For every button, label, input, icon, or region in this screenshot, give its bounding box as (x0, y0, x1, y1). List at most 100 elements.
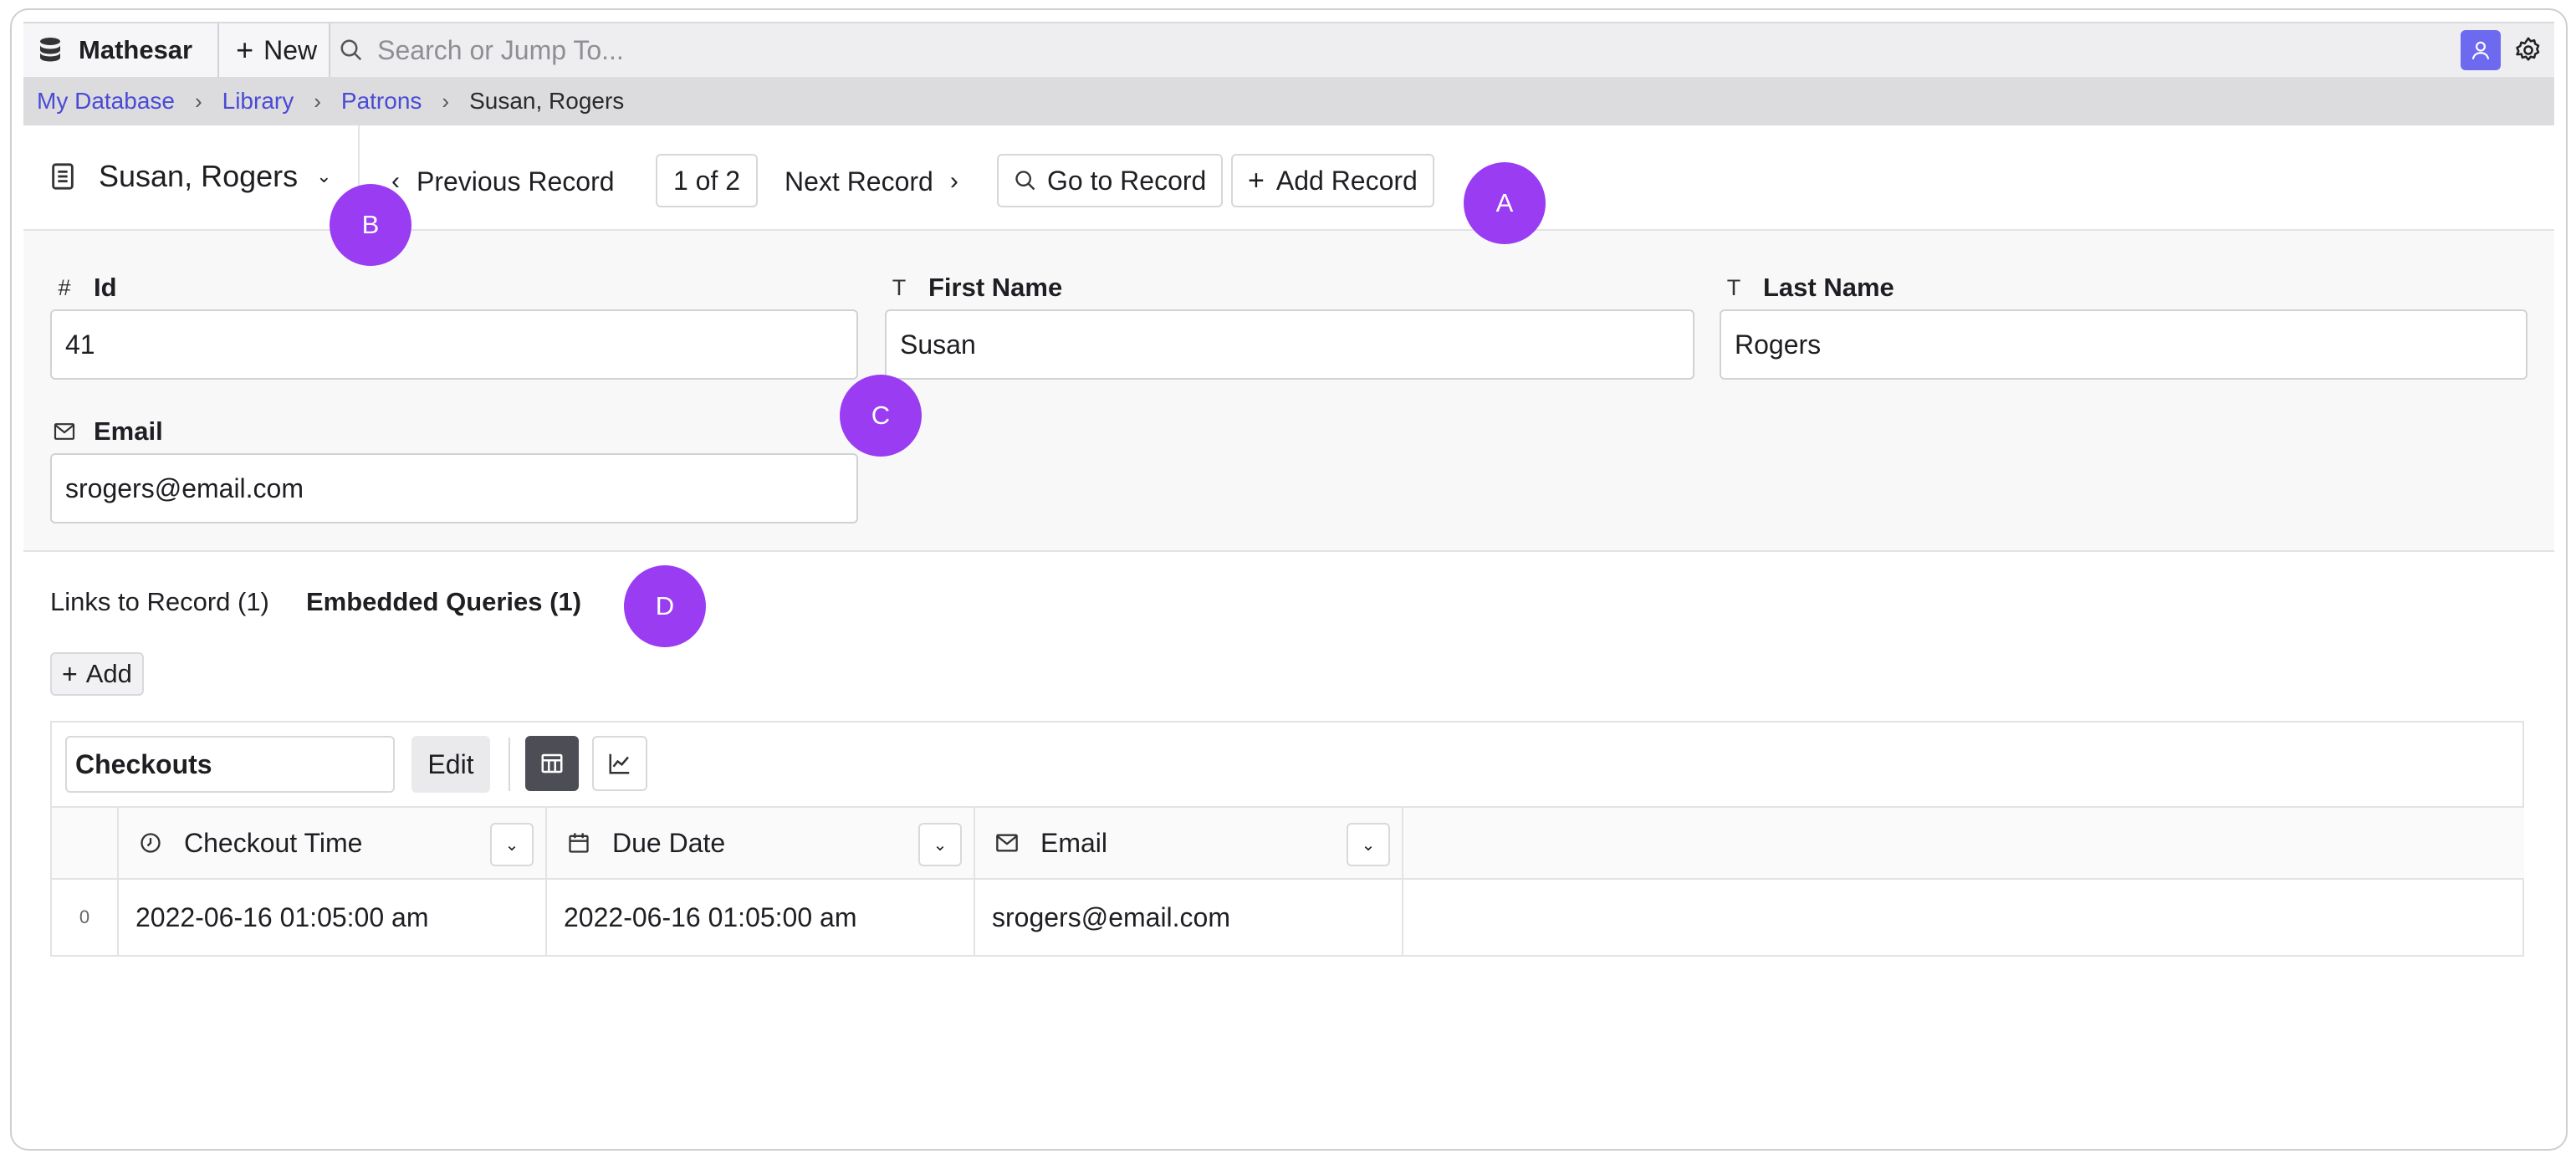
due-date-value: 2022-06-16 01:05:00 am (564, 901, 857, 932)
field-label-first-name: T First Name (885, 273, 1062, 303)
add-label: Add (85, 659, 132, 688)
annotation-marker-d: D (624, 565, 706, 647)
edit-label: Edit (427, 748, 474, 779)
next-record-button[interactable]: Next Record › (785, 154, 958, 209)
breadcrumb-current-record: Susan, Rogers (469, 88, 625, 114)
add-embedded-query-button[interactable]: + Add (50, 652, 144, 696)
row-index: 0 (79, 906, 90, 927)
chart-view-button[interactable] (592, 736, 647, 791)
search-input[interactable] (376, 33, 1132, 67)
go-to-record-button[interactable]: Go to Record (997, 154, 1224, 207)
last-name-value: Rogers (1735, 329, 1822, 360)
field-label-last-name: T Last Name (1720, 273, 1894, 303)
field-label-text: Id (94, 273, 117, 302)
email-field[interactable]: srogers@email.com (50, 453, 858, 523)
chevron-down-icon: ⌄ (316, 166, 332, 186)
previous-record-button[interactable]: ‹ Previous Record (391, 154, 615, 209)
table-cell[interactable]: 2022-06-16 01:05:00 am (119, 880, 547, 957)
record-position-text: 1 of 2 (672, 165, 741, 196)
breadcrumb-table-link[interactable]: Patrons (341, 88, 422, 115)
chevron-right-icon: › (194, 88, 202, 114)
last-name-field[interactable]: Rogers (1720, 309, 2527, 380)
query-name-input[interactable]: Checkouts (65, 736, 395, 793)
record-form: # Id 41 T First Name Susan T Last Name R… (23, 231, 2554, 552)
text-type-icon: T (1726, 274, 1741, 300)
first-name-value: Susan (900, 329, 976, 360)
new-button[interactable]: + New (219, 23, 331, 77)
empty-row-space (1403, 880, 2524, 957)
id-value: 41 (65, 329, 95, 360)
user-menu-button[interactable] (2461, 30, 2501, 70)
search-icon (340, 39, 362, 61)
go-to-record-label: Go to Record (1047, 165, 1207, 196)
table-cell[interactable]: 2022-06-16 01:05:00 am (547, 880, 975, 957)
breadcrumb-schema-link[interactable]: Library (222, 88, 294, 115)
email-value: srogers@email.com (992, 901, 1230, 932)
add-record-button[interactable]: + Add Record (1231, 154, 1434, 207)
line-chart-icon (609, 753, 630, 774)
clock-icon (141, 833, 161, 853)
marker-label: D (655, 591, 675, 620)
record-position-indicator: 1 of 2 (656, 154, 758, 207)
number-type-icon: # (58, 274, 71, 300)
id-field[interactable]: 41 (50, 309, 858, 380)
tab-embedded-queries[interactable]: Embedded Queries (1) (306, 587, 581, 617)
chevron-right-icon: › (442, 88, 450, 114)
field-label-id: # Id (50, 273, 117, 303)
new-label: New (263, 34, 318, 65)
marker-label: C (871, 401, 891, 430)
record-icon (52, 163, 74, 190)
plus-icon: + (62, 658, 78, 689)
search-bar[interactable] (330, 23, 2461, 77)
table-view-button[interactable] (525, 736, 579, 791)
empty-header-space (1403, 808, 2524, 880)
column-label: Due Date (612, 827, 726, 858)
text-type-icon: T (892, 274, 907, 300)
column-header-email[interactable]: Email ⌄ (975, 808, 1403, 880)
tab-label: Links to Record (1) (50, 587, 269, 616)
annotation-marker-b: B (330, 184, 411, 266)
checkout-time-value: 2022-06-16 01:05:00 am (135, 901, 429, 932)
query-name: Checkouts (75, 748, 212, 779)
chevron-right-icon: › (949, 167, 958, 195)
next-record-label: Next Record (785, 166, 933, 197)
first-name-field[interactable]: Susan (885, 309, 1694, 380)
table-icon (541, 753, 563, 774)
record-title: Susan, Rogers (99, 159, 299, 193)
chevron-right-icon: › (314, 88, 321, 114)
settings-gear-icon[interactable] (2514, 36, 2543, 64)
record-title-selector[interactable]: Susan, Rogers ⌄ (50, 159, 332, 194)
marker-label: A (1495, 188, 1514, 217)
edit-query-button[interactable]: Edit (411, 736, 490, 793)
field-label-text: Last Name (1763, 273, 1894, 302)
field-label-email: Email (50, 416, 163, 447)
field-label-text: First Name (928, 273, 1063, 302)
column-menu-button[interactable]: ⌄ (918, 823, 962, 866)
user-icon (2471, 41, 2490, 60)
mail-icon (996, 834, 1018, 852)
tab-links-to-record[interactable]: Links to Record (1) (50, 587, 269, 617)
chevron-down-icon: ⌄ (504, 835, 519, 855)
column-menu-button[interactable]: ⌄ (1347, 823, 1390, 866)
breadcrumb: My Database › Library › Patrons › Susan,… (23, 77, 2554, 125)
annotation-marker-c: C (840, 375, 922, 457)
table-cell[interactable]: srogers@email.com (975, 880, 1403, 957)
column-label: Checkout Time (184, 827, 363, 858)
annotation-marker-a: A (1464, 162, 1546, 244)
chevron-down-icon: ⌄ (1361, 835, 1376, 855)
search-icon (1015, 171, 1035, 191)
brand-name: Mathesar (79, 35, 193, 64)
brand[interactable]: Mathesar (23, 23, 220, 77)
calendar-icon (569, 833, 589, 853)
tab-label: Embedded Queries (1) (306, 587, 582, 616)
app-window: Mathesar + New My Database › Library (10, 8, 2568, 1151)
field-label-text: Email (94, 416, 163, 446)
plus-icon: + (1248, 164, 1265, 197)
column-header-due-date[interactable]: Due Date ⌄ (547, 808, 975, 880)
embedded-query-panel: Checkouts Edit Checkout Time ⌄ Due Date … (50, 721, 2524, 957)
breadcrumb-database-link[interactable]: My Database (37, 88, 175, 115)
previous-record-label: Previous Record (417, 166, 615, 197)
email-value: srogers@email.com (65, 472, 304, 503)
column-menu-button[interactable]: ⌄ (490, 823, 534, 866)
column-header-checkout-time[interactable]: Checkout Time ⌄ (119, 808, 547, 880)
